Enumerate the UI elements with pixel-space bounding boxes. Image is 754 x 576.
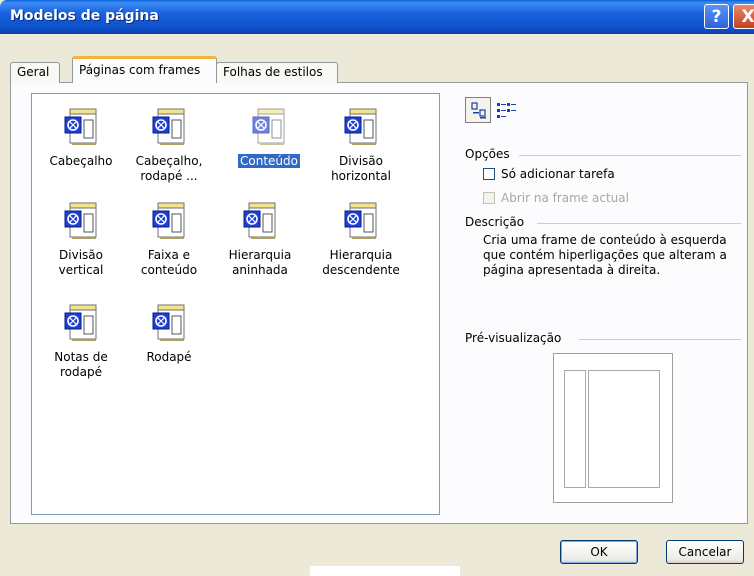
help-button[interactable]: ?: [704, 4, 729, 29]
preview-group: Pré-visualização: [465, 331, 741, 345]
add-task-checkbox[interactable]: Só adicionar tarefa: [483, 167, 615, 181]
template-label: Cabeçalho: [49, 154, 113, 168]
add-task-label: Só adicionar tarefa: [501, 167, 615, 181]
template-item-cabecalho-rodape[interactable]: Cabeçalho, rodapé ...: [128, 108, 210, 184]
ok-button[interactable]: OK: [560, 540, 638, 564]
template-item-conteudo[interactable]: Conteúdo: [224, 108, 314, 169]
template-label: Divisão horizontal: [331, 154, 391, 183]
template-list[interactable]: Cabeçalho Cabeçalho, rodapé ... Conteúdo…: [31, 93, 440, 515]
title-bar: Modelos de página ? X: [0, 0, 754, 34]
frame-page-template-icon: [152, 108, 186, 146]
options-divider: [519, 155, 741, 156]
checkbox-box: [483, 168, 495, 180]
template-label: Divisão vertical: [58, 248, 104, 277]
tab-geral[interactable]: Geral: [10, 62, 60, 83]
frame-page-template-icon: [152, 304, 186, 342]
frame-page-template-icon: [152, 202, 186, 240]
template-item-faixa-conteudo[interactable]: Faixa e conteúdo: [128, 202, 210, 278]
template-label: Notas de rodapé: [54, 350, 108, 379]
template-label: Cabeçalho, rodapé ...: [135, 154, 203, 183]
frame-page-template-icon: [344, 108, 378, 146]
checkbox-box: [483, 192, 495, 204]
template-item-cabecalho[interactable]: Cabeçalho: [36, 108, 126, 169]
preview-heading: Pré-visualização: [465, 331, 562, 345]
close-button[interactable]: X: [733, 4, 754, 29]
frame-page-template-icon: [243, 202, 277, 240]
bottom-strip: [310, 566, 460, 576]
view-toggle: [465, 97, 523, 125]
description-divider: [537, 223, 741, 224]
description-group: Descrição: [465, 215, 741, 229]
list-view-icon: [497, 103, 516, 118]
template-item-rodape[interactable]: Rodapé: [128, 304, 210, 365]
open-current-frame-checkbox[interactable]: Abrir na frame actual: [483, 191, 629, 205]
window-title: Modelos de página: [10, 8, 159, 24]
options-group: Opções: [465, 147, 741, 161]
template-label: Conteúdo: [238, 154, 300, 168]
preview-frame-left: [564, 370, 586, 488]
description-text: Cria uma frame de conteúdo à esquerda qu…: [483, 233, 727, 277]
frame-page-template-icon: [64, 304, 98, 342]
frame-page-template-icon: [252, 108, 286, 146]
tab-paginas-com-frames[interactable]: Páginas com frames: [72, 56, 217, 83]
template-item-divisao-horizontal[interactable]: Divisão horizontal: [316, 108, 406, 184]
template-label: Rodapé: [146, 350, 192, 364]
description-heading: Descrição: [465, 215, 525, 229]
frame-page-template-icon: [64, 202, 98, 240]
template-label: Hierarquia aninhada: [228, 248, 292, 277]
template-label: Hierarquia descendente: [322, 248, 400, 277]
template-item-notas-rodape[interactable]: Notas de rodapé: [36, 304, 126, 380]
options-heading: Opções: [465, 147, 510, 161]
list-view-button[interactable]: [493, 97, 519, 123]
template-item-hierarquia-descendente[interactable]: Hierarquia descendente: [312, 202, 410, 278]
frame-page-template-icon: [64, 108, 98, 146]
large-icons-view-button[interactable]: [465, 97, 491, 123]
template-label: Faixa e conteúdo: [140, 248, 198, 277]
tab-panel: Cabeçalho Cabeçalho, rodapé ... Conteúdo…: [10, 82, 748, 524]
open-current-frame-label: Abrir na frame actual: [501, 191, 629, 205]
template-item-divisao-vertical[interactable]: Divisão vertical: [36, 202, 126, 278]
preview-divider: [579, 339, 741, 340]
frame-page-template-icon: [344, 202, 378, 240]
template-item-hierarquia-aninhada[interactable]: Hierarquia aninhada: [218, 202, 302, 278]
preview-pane: [553, 353, 673, 503]
tab-folhas-de-estilos[interactable]: Folhas de estilos: [216, 62, 338, 83]
large-icons-view-icon: [471, 102, 486, 119]
preview-frame-right: [588, 370, 660, 488]
cancel-button[interactable]: Cancelar: [666, 540, 744, 564]
